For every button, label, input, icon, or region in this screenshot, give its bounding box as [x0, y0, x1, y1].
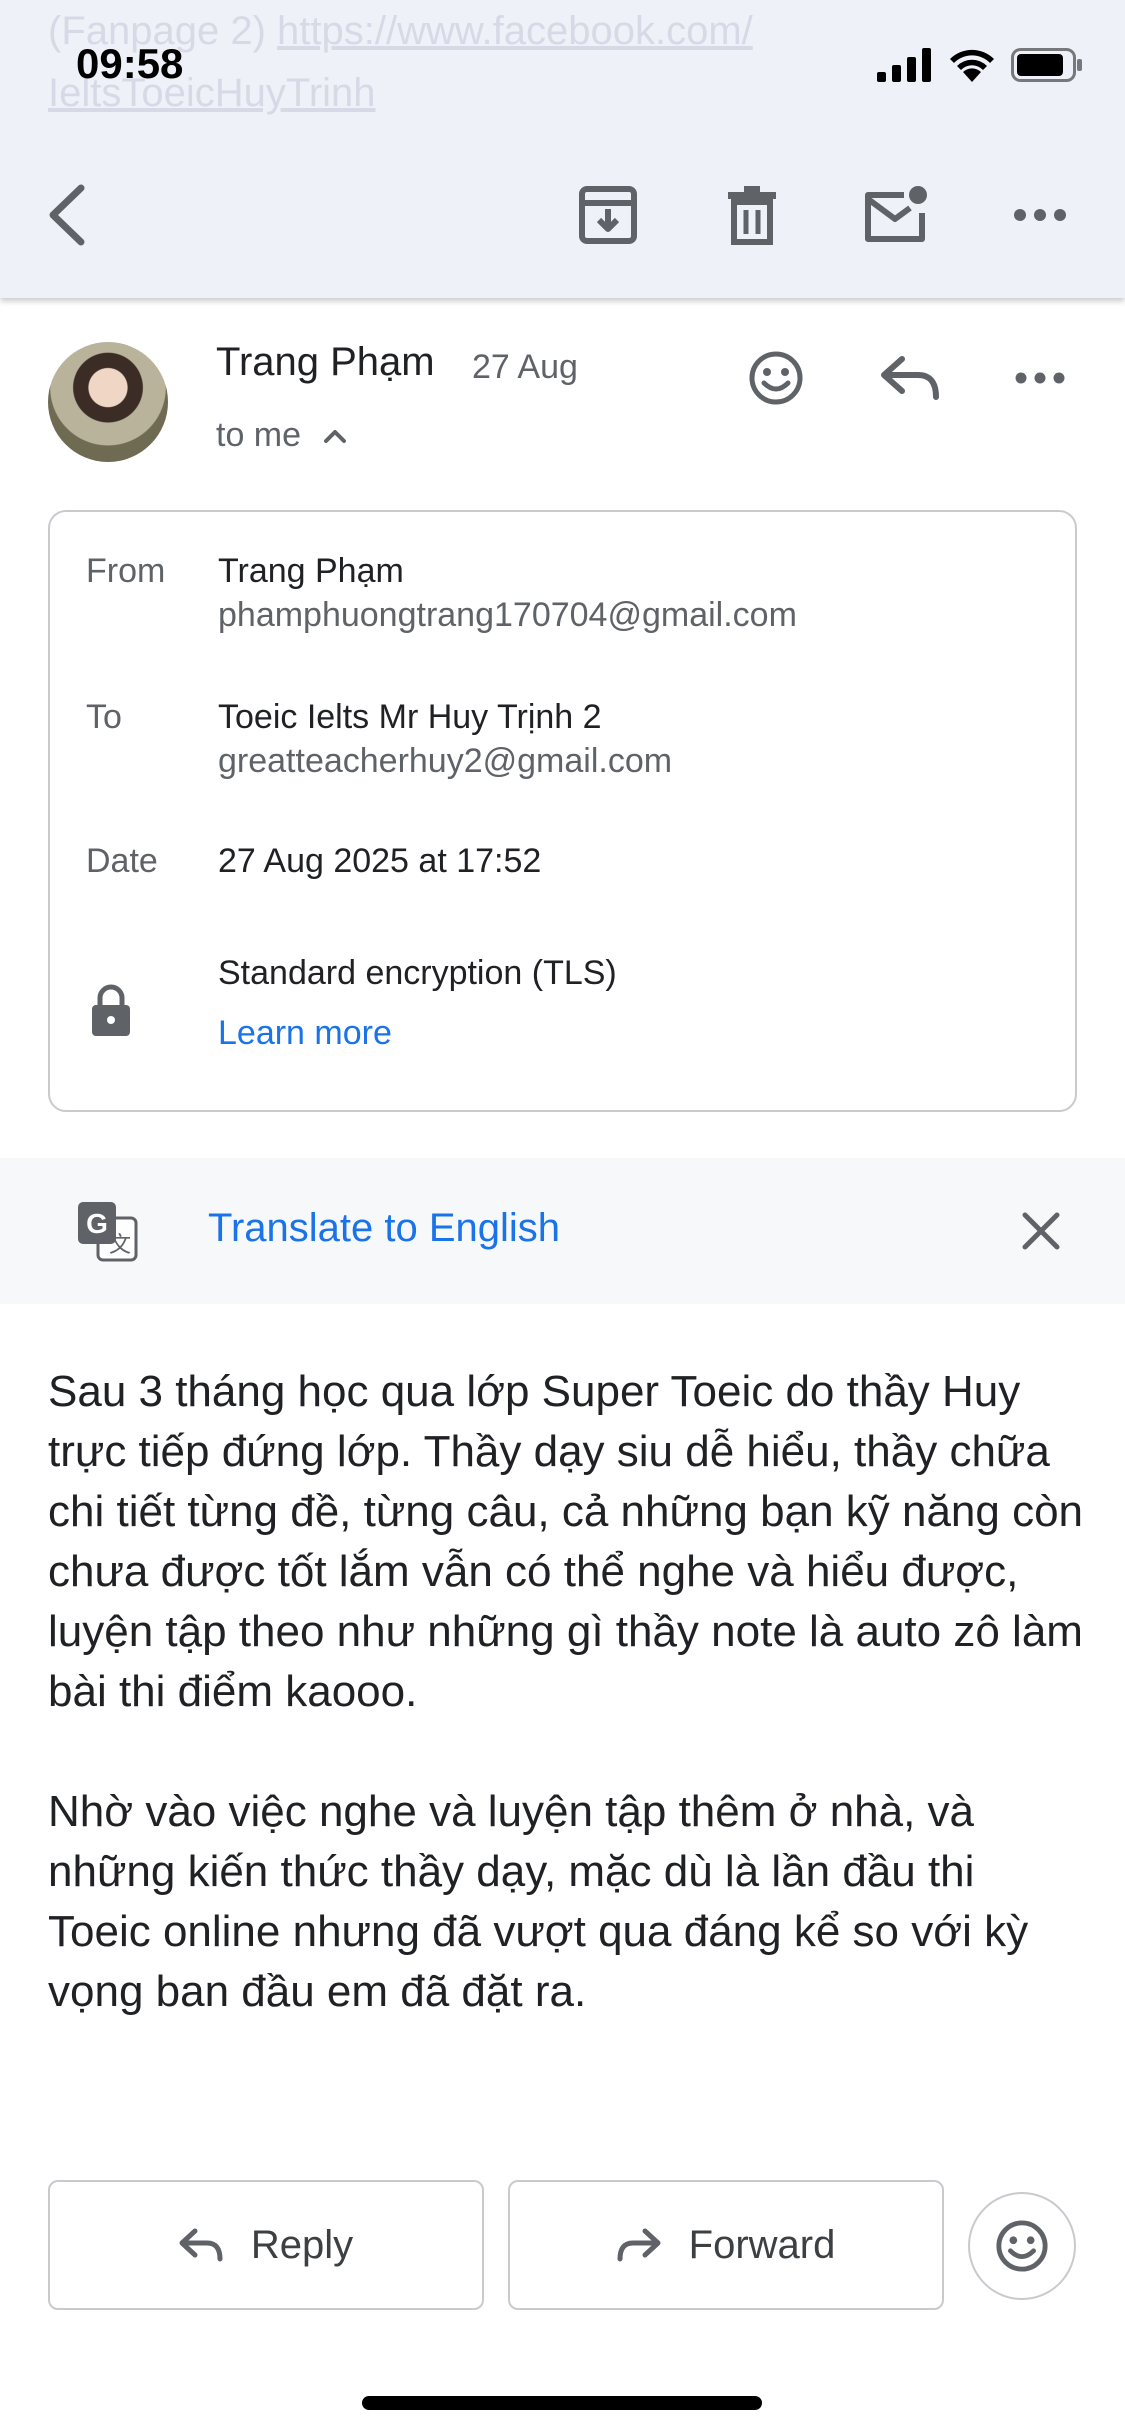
- chevron-up-icon: [324, 429, 347, 443]
- reply-icon-button[interactable]: [870, 338, 950, 418]
- archive-icon: [579, 186, 637, 244]
- google-translate-icon: G 文: [78, 1202, 138, 1262]
- background-link-1[interactable]: https://www.facebook.com/: [277, 9, 753, 53]
- from-email[interactable]: phamphuongtrang170704@gmail.com: [218, 596, 797, 635]
- forward-icon: [617, 2228, 661, 2262]
- top-toolbar: (Fanpage 2) https://www.facebook.com/ Ie…: [0, 0, 1125, 298]
- status-time: 09:58: [76, 40, 184, 87]
- translate-link[interactable]: Translate to English: [208, 1206, 560, 1251]
- from-label: From: [86, 552, 166, 590]
- svg-text:G: G: [86, 1208, 108, 1239]
- trash-icon: [728, 186, 776, 245]
- learn-more-link[interactable]: Learn more: [218, 1014, 392, 1053]
- from-name: Trang Phạm: [218, 552, 404, 590]
- signal-icon: [877, 48, 931, 82]
- translate-bar: G 文 Translate to English: [0, 1158, 1125, 1304]
- svg-text:文: 文: [109, 1233, 131, 1258]
- date-value: 27 Aug 2025 at 17:52: [218, 842, 542, 880]
- reply-label: Reply: [250, 2222, 354, 2267]
- date-label: Date: [86, 842, 158, 880]
- lock-icon: [92, 984, 130, 1036]
- back-arrow-icon: [49, 184, 85, 246]
- more-icon: [1014, 209, 1066, 221]
- battery-icon: [1011, 48, 1082, 82]
- emoji-react-icon: [749, 351, 803, 405]
- reply-icon: [179, 2228, 223, 2262]
- message-date: 27 Aug: [472, 348, 578, 386]
- delete-button[interactable]: [712, 175, 792, 255]
- to-name: Toeic Ielts Mr Huy Trịnh 2: [218, 698, 602, 736]
- status-icons: [877, 48, 1083, 82]
- message-more-button[interactable]: [1000, 338, 1080, 418]
- more-options-button[interactable]: [1000, 175, 1080, 255]
- reply-button[interactable]: Reply: [48, 2180, 484, 2310]
- body-paragraph-2: Nhờ vào việc nghe và luyện tập thêm ở nh…: [48, 1787, 1029, 2016]
- forward-button[interactable]: Forward: [508, 2180, 944, 2310]
- recipient-toggle[interactable]: to me: [216, 416, 347, 455]
- home-indicator[interactable]: [362, 2396, 762, 2410]
- bottom-reaction-button[interactable]: [968, 2192, 1076, 2300]
- mark-unread-icon: [865, 186, 927, 242]
- body-paragraph-1: Sau 3 tháng học qua lớp Super Toeic do t…: [48, 1367, 1084, 1716]
- reply-icon: [881, 356, 939, 400]
- wifi-icon: [950, 49, 994, 82]
- translate-close-button[interactable]: [1006, 1196, 1076, 1266]
- recipient-summary: to me: [216, 416, 302, 454]
- archive-button[interactable]: [568, 175, 648, 255]
- encryption-text: Standard encryption (TLS): [218, 954, 617, 992]
- to-email[interactable]: greatteacherhuy2@gmail.com: [218, 742, 672, 781]
- back-button[interactable]: [26, 175, 106, 255]
- message-details-card: From Trang Phạm phamphuongtrang170704@gm…: [48, 510, 1077, 1112]
- to-label: To: [86, 698, 122, 736]
- close-icon: [1022, 1212, 1060, 1250]
- emoji-react-icon: [996, 2220, 1048, 2272]
- message-body: Sau 3 tháng học qua lớp Super Toeic do t…: [48, 1362, 1088, 2082]
- more-icon: [1015, 372, 1065, 384]
- forward-label: Forward: [688, 2222, 836, 2267]
- add-reaction-button[interactable]: [736, 338, 816, 418]
- email-screen: (Fanpage 2) https://www.facebook.com/ Ie…: [0, 0, 1125, 2436]
- sender-name: Trang Phạm: [216, 340, 435, 384]
- mark-unread-button[interactable]: [856, 175, 936, 255]
- sender-avatar[interactable]: [48, 342, 168, 462]
